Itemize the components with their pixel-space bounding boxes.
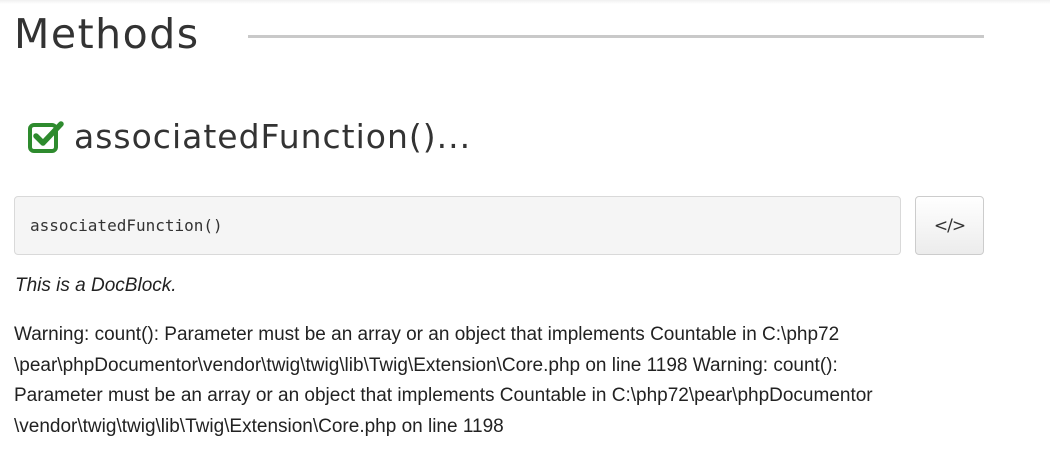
warning-line: \vendor\twig\twig\lib\Twig\Extension\Cor…: [14, 415, 504, 437]
php-warning-text: Warning: count(): Parameter must be an a…: [14, 320, 974, 442]
warning-line: Warning: count(): Parameter must be an a…: [14, 324, 840, 345]
view-source-button[interactable]: </>: [915, 196, 984, 255]
warning-line: \pear\phpDocumentor\vendor\twig\twig\lib…: [14, 354, 838, 376]
method-signature: associatedFunction(): [30, 216, 223, 235]
section-title: Methods: [14, 9, 200, 58]
section-header: Methods: [14, 6, 984, 62]
docblock-description: This is a DocBlock.: [15, 275, 177, 296]
check-square-icon: [28, 119, 64, 153]
method-heading: associatedFunction()...: [28, 112, 471, 160]
method-name: associatedFunction()...: [74, 116, 472, 156]
code-icon: </>: [933, 215, 966, 236]
top-shadow: [0, 0, 1050, 4]
section-divider: [247, 34, 984, 38]
warning-line: Parameter must be an array or an object …: [14, 385, 873, 406]
method-signature-box: associatedFunction(): [14, 196, 901, 255]
